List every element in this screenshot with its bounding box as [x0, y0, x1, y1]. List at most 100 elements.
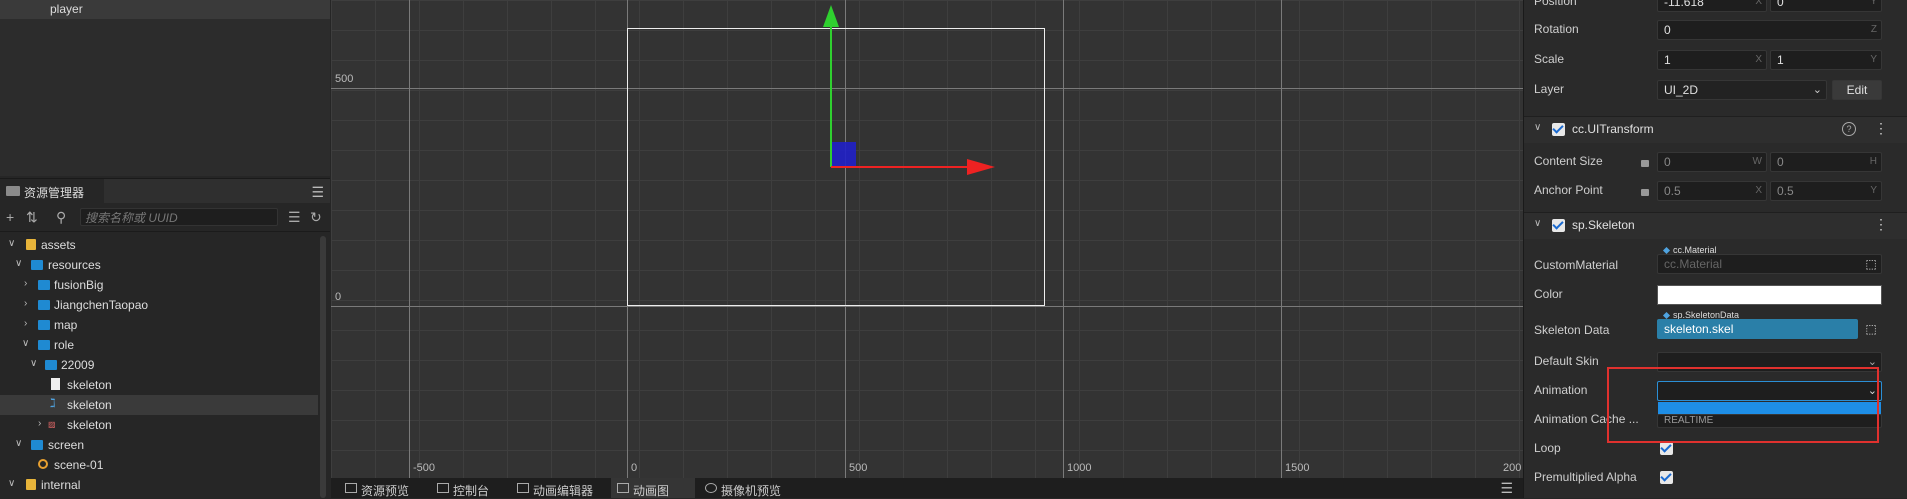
more-options-icon[interactable]: ⋮	[1874, 120, 1888, 137]
property-label: Rotation	[1534, 22, 1579, 36]
layer-edit-button[interactable]: Edit	[1832, 80, 1882, 100]
tree-item-label: scene-01	[54, 458, 104, 472]
refresh-icon[interactable]: ↻	[310, 209, 322, 226]
content-height-input[interactable]: 0H	[1770, 152, 1882, 172]
chevron-right-icon[interactable]: ›	[24, 318, 27, 329]
tree-item-jiangchentaopao[interactable]: › JiangchenTaopao	[0, 295, 318, 315]
axis-y-label: Y	[1870, 54, 1877, 65]
chevron-down-icon[interactable]: ∨	[30, 358, 37, 369]
gizmo-y-arrow	[823, 5, 839, 27]
tree-item-internal[interactable]: ∨ internal	[0, 475, 318, 495]
tab-animation-graph[interactable]: 动画图	[611, 478, 695, 498]
chevron-right-icon[interactable]: ›	[24, 298, 27, 309]
tree-item-assets[interactable]: ∨ assets	[0, 235, 318, 255]
help-icon[interactable]: ?	[1842, 122, 1856, 136]
assets-toolbar: + ⇅ ⚲ 搜索名称或 UUID ☰ ↻	[0, 205, 330, 232]
chevron-right-icon[interactable]: ›	[38, 418, 41, 429]
lock-icon[interactable]	[1641, 160, 1649, 167]
chevron-down-icon[interactable]: ∨	[8, 238, 15, 249]
scene-view[interactable]: 500 0 -500 0 500 1000 1500 200	[331, 0, 1523, 478]
tree-item-skeleton-atlas[interactable]: › ▨ skeleton	[0, 415, 318, 435]
scale-y-input[interactable]: 1Y	[1770, 50, 1882, 70]
color-swatch[interactable]	[1657, 285, 1882, 305]
chevron-down-icon[interactable]: ∨	[15, 258, 22, 269]
lock-icon[interactable]	[1641, 189, 1649, 196]
atlas-icon: ▨	[48, 420, 56, 429]
tab-animation-editor[interactable]: 动画编辑器	[511, 478, 593, 498]
loop-checkbox[interactable]	[1660, 442, 1673, 455]
component-enabled-checkbox[interactable]	[1552, 219, 1565, 232]
scale-x-input[interactable]: 1X	[1657, 50, 1767, 70]
tree-item-role[interactable]: ∨ role	[0, 335, 318, 355]
more-options-icon[interactable]: ⋮	[1874, 216, 1888, 233]
field-value: 0.5	[1664, 184, 1681, 198]
graph-icon	[617, 483, 629, 493]
property-label: Content Size	[1534, 154, 1603, 168]
assets-tab[interactable]: 资源管理器	[0, 179, 104, 203]
hamburger-menu-icon[interactable]: ☰	[311, 184, 324, 201]
chevron-down-icon[interactable]: ∨	[8, 478, 15, 489]
hierarchy-node-player[interactable]: player	[0, 0, 330, 19]
chevron-right-icon[interactable]: ›	[24, 278, 27, 289]
row-content-size: Content Size 0W 0H	[1524, 148, 1907, 176]
tree-item-label: assets	[41, 238, 76, 252]
transform-gizmo[interactable]	[331, 0, 1523, 478]
content-width-input[interactable]: 0W	[1657, 152, 1767, 172]
tab-label: 摄像机预览	[721, 484, 782, 498]
folder-icon	[38, 300, 50, 310]
property-label: Premultiplied Alpha	[1534, 470, 1637, 484]
custom-material-field[interactable]: cc.Material	[1657, 254, 1882, 274]
position-x-input[interactable]: -11.618 X	[1657, 0, 1767, 12]
axis-x-label: X	[1755, 0, 1762, 7]
tree-item-scene-01[interactable]: scene-01	[0, 455, 318, 475]
component-skeleton-header[interactable]: ∨ sp.Skeleton ⋮	[1524, 212, 1907, 239]
premultiplied-alpha-checkbox[interactable]	[1660, 471, 1673, 484]
tab-console[interactable]: 控制台	[431, 478, 489, 498]
sort-icon[interactable]: ⇅	[26, 209, 38, 226]
chevron-down-icon[interactable]: ∨	[1534, 122, 1541, 133]
asset-picker-icon[interactable]: ⬚	[1862, 255, 1880, 273]
component-uitransform-header[interactable]: ∨ cc.UITransform ? ⋮	[1524, 116, 1907, 143]
console-icon	[437, 483, 449, 493]
tree-item-label: JiangchenTaopao	[54, 298, 149, 312]
search-icon[interactable]: ⚲	[56, 209, 66, 226]
skeleton-data-field[interactable]: skeleton.skel	[1657, 319, 1858, 339]
database-icon	[26, 239, 36, 250]
tree-item-22009[interactable]: ∨ 22009	[0, 355, 318, 375]
tab-asset-preview[interactable]: 资源预览	[339, 478, 409, 498]
anchor-x-input[interactable]: 0.5 X	[1657, 181, 1767, 201]
chevron-down-icon[interactable]: ∨	[15, 438, 22, 449]
property-label: Color	[1534, 287, 1563, 301]
list-view-icon[interactable]: ☰	[288, 209, 301, 226]
assets-panel-header: 资源管理器 ☰	[0, 178, 330, 203]
tree-item-label: skeleton	[67, 378, 112, 392]
add-icon[interactable]: +	[6, 209, 14, 225]
tree-item-map[interactable]: › map	[0, 315, 318, 335]
search-input[interactable]: 搜索名称或 UUID	[80, 208, 278, 226]
chevron-down-icon[interactable]: ∨	[22, 338, 29, 349]
field-value: UI_2D	[1664, 83, 1699, 97]
row-layer: Layer UI_2D ⌄ Edit	[1524, 76, 1907, 104]
tree-item-resources[interactable]: ∨ resources	[0, 255, 318, 275]
property-label: Animation	[1534, 383, 1588, 397]
component-enabled-checkbox[interactable]	[1552, 123, 1565, 136]
tree-item-label: skeleton	[67, 418, 112, 432]
tab-camera-preview[interactable]: 摄像机预览	[699, 478, 781, 498]
tree-item-label: internal	[41, 478, 81, 492]
tree-item-skeleton-spine[interactable]: ℷ skeleton	[0, 395, 318, 415]
asset-picker-icon[interactable]: ⬚	[1862, 320, 1880, 338]
tree-item-skeleton-file[interactable]: skeleton	[0, 375, 318, 395]
anchor-y-input[interactable]: 0.5 Y	[1770, 181, 1882, 201]
property-label: CustomMaterial	[1534, 258, 1619, 272]
scrollbar[interactable]	[320, 236, 326, 498]
gizmo-x-arrow	[967, 159, 995, 175]
hamburger-menu-icon[interactable]: ☰	[1500, 480, 1513, 497]
position-y-input[interactable]: 0Y	[1770, 0, 1882, 12]
layer-select[interactable]: UI_2D ⌄	[1657, 80, 1827, 100]
rotation-input[interactable]: 0Z	[1657, 20, 1882, 40]
tree-item-screen[interactable]: ∨ screen	[0, 435, 318, 455]
chevron-down-icon[interactable]: ∨	[1534, 218, 1541, 229]
tree-item-label: skeleton	[67, 398, 112, 412]
axis-z-label: Z	[1870, 24, 1877, 35]
tree-item-fusionbig[interactable]: › fusionBig	[0, 275, 318, 295]
